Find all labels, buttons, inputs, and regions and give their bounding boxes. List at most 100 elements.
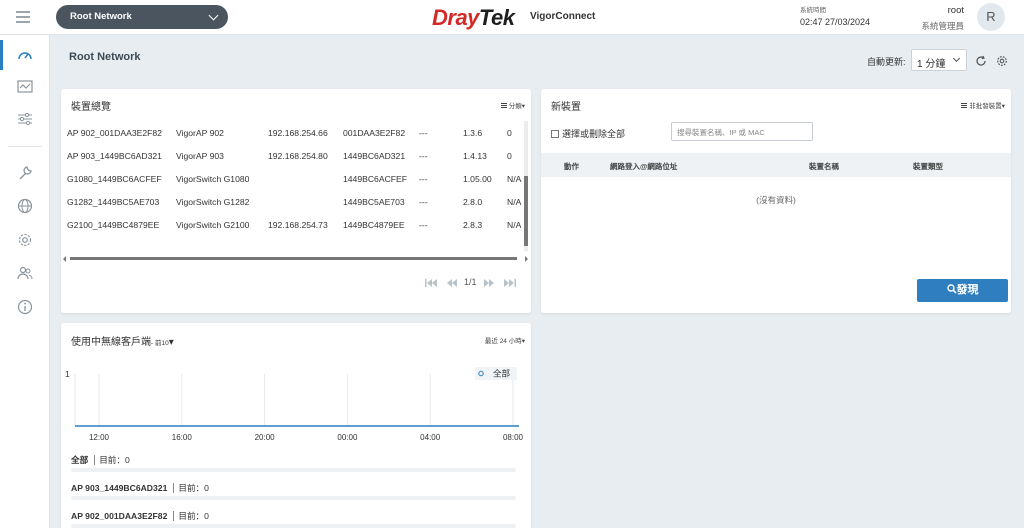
x-tick-label: 12:00 [89, 433, 110, 442]
group-dropdown[interactable]: 分類▾ [500, 100, 525, 110]
draytek-logo: DrayTek [432, 5, 515, 30]
sliders-icon [18, 112, 32, 126]
first-page-icon[interactable] [424, 278, 438, 288]
info-icon [17, 299, 33, 315]
table-row[interactable]: G1080_1449BC6ACFEF VigorSwitch G1080 1449B… [66, 167, 526, 190]
horizontal-scrollbar[interactable] [63, 256, 528, 262]
avatar[interactable]: R [977, 3, 1005, 31]
table-cell: N/A [507, 173, 522, 184]
network-selector-label: Root Network [70, 11, 132, 22]
monitor-icon [17, 80, 33, 93]
sidebar-item-monitor[interactable] [0, 72, 50, 102]
sidebar-item-settings-sliders[interactable] [0, 104, 50, 134]
table-cell: 192.168.254.73 [268, 219, 328, 230]
series-bar [71, 524, 516, 528]
series-bar [71, 468, 516, 472]
table-cell: VigorSwitch G1080 [176, 173, 250, 184]
select-all-checkbox[interactable] [551, 130, 559, 138]
table-cell: 2.8.3 [463, 219, 483, 230]
col-device-name: 裝置名稱 [809, 162, 839, 171]
new-devices-table-header: 動作 網路登入@網路位址 裝置名稱 裝置類型 [541, 153, 1011, 177]
table-cell: G1080_1449BC6ACFEF [67, 173, 162, 184]
device-search-input[interactable]: 搜尋裝置名稱、IP 或 MAC [671, 122, 813, 141]
scroll-right-arrow-icon [525, 256, 528, 262]
group-label: 分類 [508, 103, 522, 110]
auto-refresh-label: 自動更新: [867, 57, 906, 67]
col-network-login: 網路登入@網路位址 [610, 162, 678, 171]
list-icon [500, 103, 507, 109]
device-overview-card: 裝置總覽 分類▾ AP 902_001DAA3E2F82 VigorAP 902 1… [61, 89, 531, 313]
system-time: 系統時間 02:47 27/03/2024 [800, 4, 870, 27]
sidebar-item-dashboard[interactable] [0, 40, 50, 70]
table-row[interactable]: AP 902_001DAA3E2F82 VigorAP 902 192.168.25… [66, 121, 526, 144]
series-name: 全部 [71, 455, 89, 465]
table-row[interactable]: G1282_1449BC5AE703 VigorSwitch G1282 1449B… [66, 190, 526, 213]
sidebar-item-network[interactable] [0, 190, 50, 220]
globe-icon [17, 198, 33, 214]
series-item[interactable]: 全部 目前：0 [71, 454, 130, 466]
table-cell: 192.168.254.66 [268, 127, 328, 138]
list-icon [961, 103, 968, 109]
sidebar-item-about[interactable] [0, 291, 50, 321]
table-cell: --- [419, 127, 428, 138]
dashboard-icon [18, 52, 32, 60]
table-cell: 0 [507, 150, 512, 161]
table-cell: VigorSwitch G1282 [176, 196, 250, 207]
sort-dropdown[interactable]: 非批發裝置▾ [961, 100, 1005, 110]
search-icon [946, 284, 957, 294]
table-cell: 001DAA3E2F82 [343, 127, 406, 138]
table-cell: VigorAP 902 [176, 127, 224, 138]
network-selector[interactable]: Root Network [56, 5, 228, 29]
system-time-label: 系統時間 [800, 7, 826, 14]
sidebar [0, 35, 50, 528]
wrench-icon [19, 166, 32, 180]
table-cell: 2.8.0 [463, 196, 483, 207]
last-page-icon[interactable] [503, 278, 517, 288]
table-cell: N/A [507, 196, 522, 207]
col-device-type: 裝置類型 [913, 162, 943, 171]
previous-page-icon[interactable] [445, 278, 459, 288]
gear-icon [18, 233, 32, 247]
x-tick-label: 16:00 [172, 433, 193, 442]
table-cell: 1.05.00 [463, 173, 492, 184]
hamburger-menu-icon[interactable] [16, 11, 30, 23]
refresh-icon[interactable] [975, 55, 987, 67]
system-time-value: 02:47 27/03/2024 [800, 17, 871, 27]
table-cell: 1449BC5AE703 [343, 196, 405, 207]
page-info: 1/1 [464, 277, 477, 287]
series-item[interactable]: AP 902_001DAA3E2F82 目前：0 [71, 510, 209, 522]
series-bar [71, 496, 516, 500]
series-item[interactable]: AP 903_1449BC6AD321 目前：0 [71, 482, 209, 494]
legend-label: 全部 [493, 369, 511, 379]
table-cell: 1.4.13 [463, 150, 487, 161]
vertical-scrollbar[interactable] [524, 121, 528, 251]
top-bar: Root Network DrayTek VigorConnect 系統時間 0… [0, 0, 1024, 35]
user-role: 系統管理員 [921, 21, 964, 31]
col-action: 動作 [564, 162, 579, 171]
series-name: AP 903_1449BC6AD321 [71, 483, 168, 493]
select-all-row[interactable]: 選擇或刪除全部 [551, 127, 625, 140]
sort-label: 非批發裝置 [969, 103, 1002, 110]
device-overview-title: 裝置總覽 [71, 102, 111, 113]
user-info[interactable]: root 系統管理員 [921, 5, 964, 32]
app-name: VigorConnect [530, 11, 596, 22]
table-cell: N/A [507, 219, 522, 230]
sidebar-item-system[interactable] [0, 224, 50, 254]
x-tick-label: 20:00 [255, 433, 276, 442]
discover-button[interactable]: 發現 [917, 279, 1008, 302]
sidebar-item-users[interactable] [0, 257, 50, 287]
table-row[interactable]: AP 903_1449BC6AD321 VigorAP 903 192.168.25… [66, 144, 526, 167]
table-cell: --- [419, 196, 428, 207]
table-row[interactable]: G2100_1449BC4879EE VigorSwitch G2100 192.1… [66, 213, 526, 236]
next-page-icon[interactable] [482, 278, 496, 288]
table-cell: 192.168.254.80 [268, 150, 328, 161]
sidebar-item-tools[interactable] [0, 157, 50, 187]
settings-gear-icon[interactable] [996, 55, 1008, 67]
table-cell: AP 902_001DAA3E2F82 [67, 127, 162, 138]
x-tick-label: 04:00 [420, 433, 441, 442]
wireless-clients-card: 使用中無線客戶端- 前10▾ 最近 24 小時▾ 1 12:00 16:00 20:0… [61, 323, 531, 528]
table-cell [267, 190, 342, 213]
table-cell [267, 167, 342, 190]
auto-refresh-select[interactable]: 1 分鐘 [911, 49, 967, 71]
user-name: root [947, 5, 964, 16]
